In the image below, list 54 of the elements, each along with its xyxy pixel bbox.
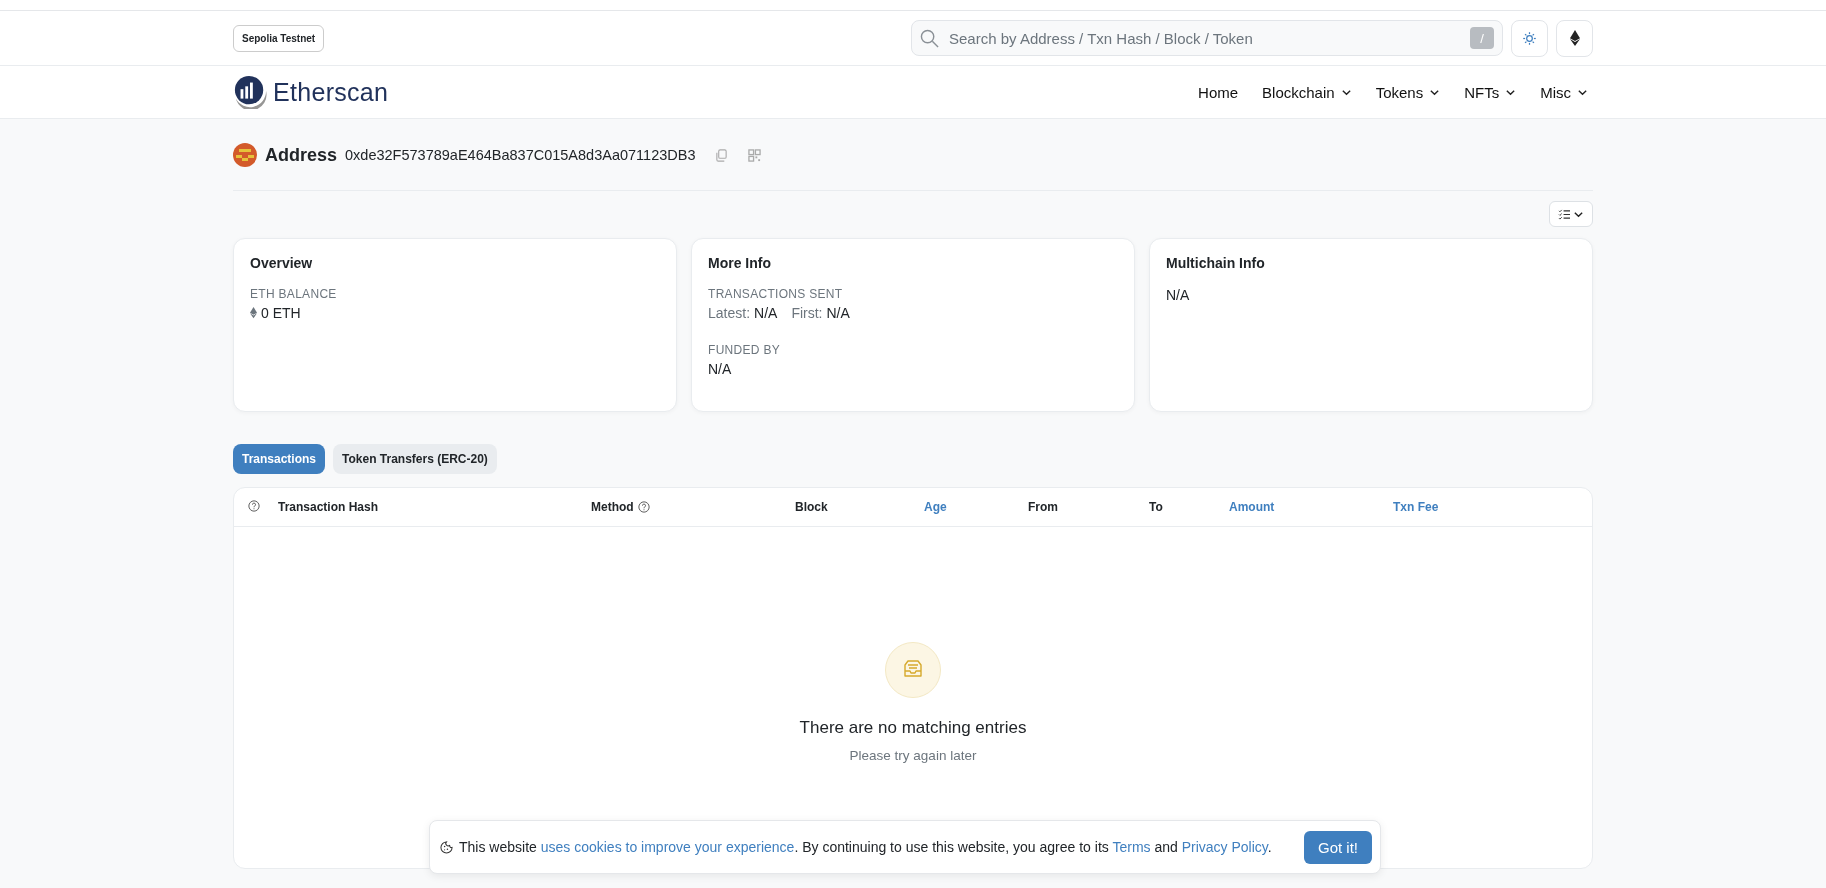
cookie-link[interactable]: uses cookies to improve your experience <box>540 839 795 855</box>
cookie-icon <box>440 840 453 854</box>
address-value: 0xde32F573789aE464Ba837C015A8d3Aa071123DB3 <box>345 147 696 163</box>
help-icon[interactable] <box>637 501 650 513</box>
column-header[interactable]: Age <box>924 500 947 514</box>
nav-link[interactable]: Tokens <box>1375 83 1441 101</box>
field-value: N/A <box>708 361 732 377</box>
field-key: Latest: <box>708 305 751 321</box>
empty-inbox-icon <box>885 642 941 698</box>
field-value: N/A <box>1166 287 1190 303</box>
field-label: TRANSACTIONS SENT <box>708 287 844 301</box>
nav-link[interactable]: Misc <box>1540 83 1588 101</box>
column-header[interactable]: Amount <box>1229 500 1275 514</box>
tab[interactable]: Token Transfers (ERC-20) <box>333 444 497 474</box>
accept-button[interactable]: Got it! <box>1304 830 1372 864</box>
column-header: From <box>1028 500 1058 514</box>
search-icon <box>920 28 939 48</box>
column-header: Block <box>795 500 828 514</box>
help-icon[interactable] <box>248 499 260 512</box>
field-value: N/A <box>826 305 850 321</box>
ethereum-icon <box>1569 30 1580 46</box>
nav-link[interactable]: NFTs <box>1464 83 1517 101</box>
logo-icon <box>233 75 267 109</box>
field-label: ETH BALANCE <box>250 287 338 301</box>
field-label: FUNDED BY <box>708 343 782 357</box>
column-header: Transaction Hash <box>278 500 379 514</box>
logo-text[interactable]: Etherscan <box>273 77 389 107</box>
card-title: Overview <box>250 255 314 271</box>
search-field[interactable]: Search by Address / Txn Hash / Block / Token <box>947 28 1462 48</box>
card-title: Multichain Info <box>1166 255 1266 271</box>
nav-link[interactable]: Blockchain <box>1262 83 1352 101</box>
shortcut-key: / <box>1470 27 1494 49</box>
cookie-notice: This website uses cookies to improve your experience. By continuing to use this website, you agree to its Terms and Privacy Policy. <box>459 839 1273 855</box>
avatar-icon <box>233 143 257 167</box>
empty-subtitle: Please try again later <box>849 748 977 763</box>
cookie-link[interactable]: Privacy Policy <box>1181 839 1268 855</box>
column-header: Method <box>591 500 634 514</box>
ethereum-icon <box>250 307 257 319</box>
view-options-button[interactable] <box>1549 201 1593 227</box>
sun-icon <box>1522 30 1537 46</box>
balance-value: 0 ETH <box>261 305 301 321</box>
page-title: Address <box>265 144 338 166</box>
checklist-icon <box>1558 208 1571 220</box>
column-header[interactable]: Txn Fee <box>1393 500 1439 514</box>
tab[interactable]: Transactions <box>233 444 326 474</box>
network-badge[interactable]: Sepolia Testnet <box>233 24 325 52</box>
empty-title: There are no matching entries <box>799 718 1027 738</box>
field-value: N/A <box>754 305 778 321</box>
nav-link[interactable]: Home <box>1198 83 1239 101</box>
network-button[interactable] <box>1556 19 1593 57</box>
column-header: To <box>1149 500 1163 514</box>
card-title: More Info <box>708 255 772 271</box>
field-key: First: <box>791 305 823 321</box>
cookie-link[interactable]: Terms <box>1112 839 1151 855</box>
